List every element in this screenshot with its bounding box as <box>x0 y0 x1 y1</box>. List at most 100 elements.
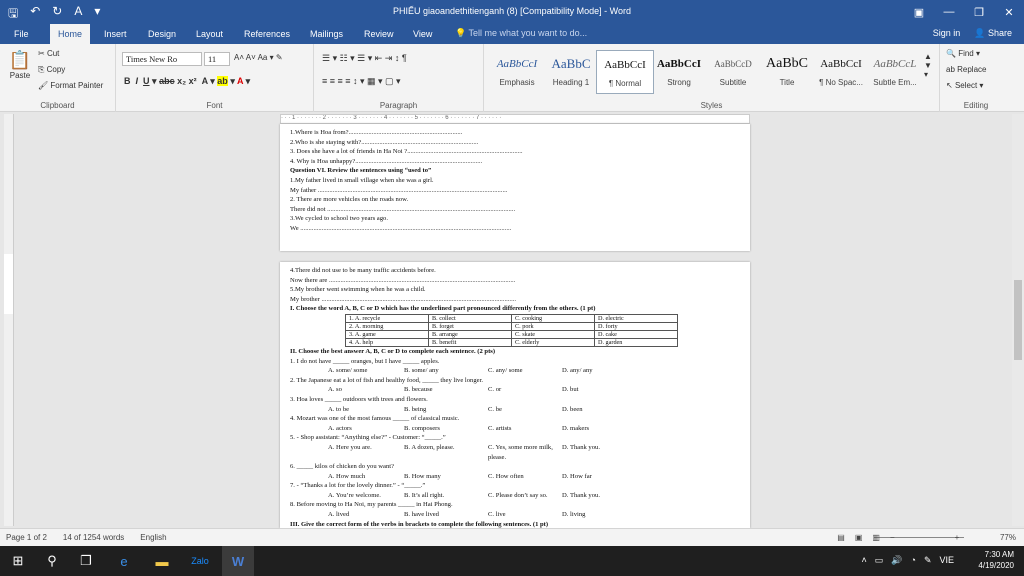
replace-icon: ab <box>946 65 958 74</box>
font-format-buttons[interactable]: B I U ▾ abc x₂ x² A ▾ ab ▾ A ▾ <box>124 76 250 87</box>
style-heading-1[interactable]: AaBbC Heading 1 <box>542 50 600 94</box>
align-buttons[interactable]: ≡ ≡ ≡ ≡ ↕ ▾ ▦ ▾ ▢ ▾ <box>322 76 401 87</box>
tab-mailings[interactable]: Mailings <box>302 24 351 44</box>
input-language[interactable]: VIE <box>939 555 954 566</box>
tell-me-box[interactable]: 💡 Tell me what you want to do... <box>455 28 587 39</box>
style-strong[interactable]: AaBbCcI Strong <box>650 50 708 94</box>
print-layout-icon[interactable]: ▣ <box>855 533 863 542</box>
file-explorer-icon[interactable]: ▬ <box>146 546 178 576</box>
tab-references[interactable]: References <box>236 24 298 44</box>
style-subtle-emphasis[interactable]: AaBbCcL Subtle Em... <box>866 50 924 94</box>
minimize-button[interactable]: — <box>934 0 964 24</box>
page-2-text[interactable]: 4.There did not use to be many traffic a… <box>280 262 750 528</box>
read-mode-icon[interactable]: ▤ <box>837 533 845 542</box>
restore-button[interactable]: ❐ <box>964 0 994 24</box>
tab-insert[interactable]: Insert <box>96 24 135 44</box>
paste-button[interactable]: 📋 Paste <box>6 50 34 80</box>
window-controls: ▣ — ❐ ✕ <box>904 0 1024 24</box>
tab-home[interactable]: Home <box>50 24 91 44</box>
style-no-spacing[interactable]: AaBbCcI ¶ No Spac... <box>812 50 870 94</box>
page-1-text[interactable]: 1.Where is Hoa from?....................… <box>280 124 750 234</box>
show-hidden-icon[interactable]: ˄ <box>862 555 867 566</box>
style-sample: AaBbCcI <box>604 59 646 71</box>
word-app-icon[interactable]: W <box>222 546 254 576</box>
answer-option: D. makers <box>562 424 590 432</box>
styles-scroll-icon[interactable]: ▲ ▼ ▾ <box>924 52 932 79</box>
doc-line: My father ..............................… <box>290 186 508 194</box>
doc-line: My brother .............................… <box>290 295 517 303</box>
horizontal-ruler[interactable]: · · · 1 · · · · · · · 2 · · · · · · · 3 … <box>280 114 750 124</box>
search-icon[interactable]: ⚲ <box>36 546 68 576</box>
volume-icon[interactable]: 🔊 <box>891 555 902 566</box>
close-button[interactable]: ✕ <box>994 0 1024 24</box>
answer-option: B. have lived <box>404 511 439 519</box>
document-page-1[interactable]: 1.Where is Hoa from?....................… <box>280 124 750 251</box>
select-label: Select <box>954 81 978 90</box>
style-subtitle[interactable]: AaBbCcD Subtitle <box>704 50 762 94</box>
page-count[interactable]: Page 1 of 2 <box>6 533 47 542</box>
style-name: Subtitle <box>719 78 747 87</box>
cut-button[interactable]: ✂ Cut <box>38 49 59 58</box>
style-title[interactable]: AaBbC Title <box>758 50 816 94</box>
brush-icon: 🖌 <box>38 81 51 90</box>
answer-option: B. How many <box>404 472 441 480</box>
vertical-ruler[interactable] <box>4 114 14 526</box>
tab-review[interactable]: Review <box>356 24 402 44</box>
answer-options: A. actors B. composers C. artists D. makers <box>290 424 740 434</box>
ribbon: 📋 Paste ✂ Cut ⎘ Copy 🖌 Format Painter Cl… <box>0 44 1024 112</box>
word-count[interactable]: 14 of 1254 words <box>63 533 124 542</box>
answer-option: C. Yes, some more milk, please. <box>488 443 553 461</box>
clock[interactable]: 7:30 AM 4/19/2020 <box>978 549 1014 571</box>
share-button[interactable]: 👤 Share <box>974 28 1012 39</box>
task-view-icon[interactable]: ❐ <box>70 546 102 576</box>
style-normal[interactable]: AaBbCcI ¶ Normal <box>596 50 654 94</box>
tab-layout[interactable]: Layout <box>188 24 231 44</box>
style-name: Emphasis <box>499 78 535 87</box>
grow-shrink-font-icon[interactable]: A˄ A˅ Aa ▾ ✎ <box>234 53 283 62</box>
tab-view[interactable]: View <box>405 24 440 44</box>
doc-line: 2. There are more vehicles on the roads … <box>290 196 409 204</box>
list-buttons[interactable]: ☰ ▾ ☷ ▾ ☰ ▾ ⇤ ⇥ ↕ ¶ <box>322 53 407 64</box>
pen-icon[interactable]: ✎ <box>924 555 932 566</box>
answer-option: D. but <box>562 386 579 394</box>
answer-option: B. some/ any <box>404 367 439 375</box>
ribbon-display-icon[interactable]: ▣ <box>904 0 934 24</box>
scroll-thumb[interactable] <box>1014 280 1022 360</box>
zalo-icon[interactable]: Zalo <box>184 546 216 576</box>
doc-line: 5.My brother went swimming when he was a… <box>290 286 426 294</box>
replace-button[interactable]: ab Replace <box>946 65 986 74</box>
styles-group: AaBbCcI Emphasis AaBbC Heading 1 AaBbCcI ¶ … <box>484 44 940 112</box>
vertical-scrollbar[interactable] <box>1012 114 1024 526</box>
format-painter-button[interactable]: 🖌 Format Painter <box>38 81 103 90</box>
doc-line: 1.Where is Hoa from?....................… <box>290 129 463 136</box>
select-button[interactable]: ↖ Select ▾ <box>946 81 983 90</box>
battery-icon[interactable]: ▭ <box>875 555 884 566</box>
language-indicator[interactable]: English <box>140 533 166 542</box>
wifi-icon[interactable]: ◔ <box>911 555 916 566</box>
zoom-controls[interactable]: − + <box>890 533 990 542</box>
edge-icon[interactable]: e <box>108 546 140 576</box>
web-layout-icon[interactable]: ▥ <box>872 533 880 542</box>
font-name-box[interactable]: Times New Ro <box>122 52 202 66</box>
start-icon[interactable]: ⊞ <box>2 546 34 576</box>
find-label: Find <box>958 49 974 58</box>
answer-options: A. lived B. have lived C. live D. living <box>290 510 740 520</box>
find-button[interactable]: 🔍 Find ▾ <box>946 49 980 58</box>
style-sample: AaBbCcL <box>873 58 917 70</box>
tab-design[interactable]: Design <box>140 24 184 44</box>
answer-options: A. so B. because C. or D. but <box>290 385 740 395</box>
question-stem: 2. The Japanese eat a lot of fish and he… <box>290 376 484 384</box>
font-size-box[interactable]: 11 <box>204 52 230 66</box>
answer-option: A. How much <box>328 472 366 480</box>
document-page-2[interactable]: 4.There did not use to be many traffic a… <box>280 262 750 528</box>
copy-button[interactable]: ⎘ Copy <box>38 65 65 75</box>
sign-in-link[interactable]: Sign in <box>933 28 961 39</box>
editing-group-label: Editing <box>963 101 989 110</box>
tab-file[interactable]: File <box>6 24 37 44</box>
question-stem: 5. - Shop assistant: “Anything else?” - … <box>290 434 446 442</box>
style-emphasis[interactable]: AaBbCcI Emphasis <box>488 50 546 94</box>
zoom-level[interactable]: 77% <box>1000 533 1016 542</box>
table-cell: C. elderly <box>511 337 595 347</box>
doc-line: 1.My father lived in small village when … <box>290 176 434 184</box>
question-heading: Question VI. Review the sentences using … <box>290 167 432 175</box>
